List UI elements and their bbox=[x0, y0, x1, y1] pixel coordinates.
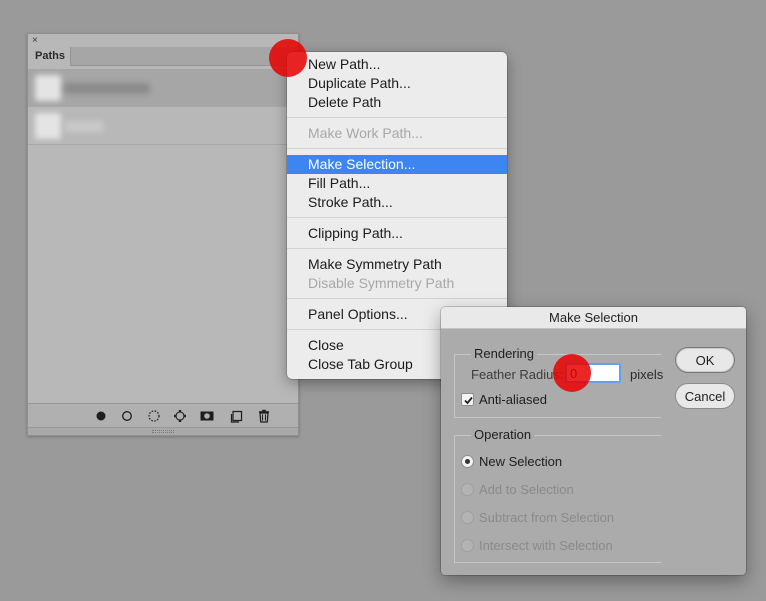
ok-button[interactable]: OK bbox=[675, 347, 735, 373]
radio-label: Subtract from Selection bbox=[479, 510, 615, 525]
radio-button bbox=[461, 483, 474, 496]
radio-button bbox=[461, 511, 474, 524]
grip-lines bbox=[152, 430, 174, 433]
panel-footer-toolbar bbox=[28, 403, 298, 427]
menu-separator bbox=[287, 212, 507, 224]
radio-label: New Selection bbox=[479, 454, 563, 469]
path-name-redacted bbox=[64, 83, 150, 94]
menu-item-fill-path[interactable]: Fill Path... bbox=[287, 174, 507, 193]
radio-label: Add to Selection bbox=[479, 482, 574, 497]
operation-legend: Operation bbox=[471, 427, 535, 443]
menu-item-stroke-path[interactable]: Stroke Path... bbox=[287, 193, 507, 212]
path-name-redacted bbox=[64, 121, 104, 132]
checkmark-icon bbox=[464, 396, 473, 405]
path-row[interactable] bbox=[28, 107, 298, 145]
cancel-button[interactable]: Cancel bbox=[675, 383, 735, 409]
anti-aliased-label: Anti-aliased bbox=[479, 392, 547, 407]
click-marker-menu-button bbox=[269, 39, 307, 77]
rendering-legend: Rendering bbox=[471, 346, 537, 362]
radio-button bbox=[461, 539, 474, 552]
tab-paths[interactable]: Paths bbox=[28, 47, 71, 66]
panel-tab-bar: Paths bbox=[28, 47, 298, 66]
radio-label: Intersect with Selection bbox=[479, 538, 613, 553]
make-selection-dialog: Make Selection Rendering Feather Radius:… bbox=[441, 307, 746, 575]
operation-group: Operation New Selection Add to Selection… bbox=[454, 427, 661, 563]
menu-separator bbox=[287, 143, 507, 155]
dialog-title: Make Selection bbox=[441, 307, 746, 329]
menu-item-clipping-path[interactable]: Clipping Path... bbox=[287, 224, 507, 243]
anti-aliased-checkbox[interactable] bbox=[461, 393, 474, 406]
menu-item-duplicate-path[interactable]: Duplicate Path... bbox=[287, 74, 507, 93]
menu-item-make-selection[interactable]: Make Selection... bbox=[287, 155, 507, 174]
fill-path-icon[interactable] bbox=[94, 409, 108, 423]
make-work-path-icon[interactable] bbox=[173, 409, 187, 423]
new-path-icon[interactable] bbox=[230, 409, 244, 423]
menu-item-new-path[interactable]: New Path... bbox=[287, 55, 507, 74]
menu-item-disable-symmetry-path: Disable Symmetry Path bbox=[308, 275, 455, 291]
menu-item-make-symmetry-path[interactable]: Make Symmetry Path bbox=[287, 255, 507, 274]
path-row[interactable] bbox=[28, 69, 298, 107]
load-selection-icon[interactable] bbox=[147, 409, 161, 423]
click-marker-feather-input bbox=[553, 354, 591, 392]
menu-item-make-work-path: Make Work Path... bbox=[308, 125, 423, 141]
feather-unit-label: pixels bbox=[630, 367, 664, 382]
radio-button[interactable] bbox=[461, 455, 474, 468]
menu-separator bbox=[287, 243, 507, 255]
path-thumbnail bbox=[35, 75, 61, 101]
close-icon[interactable]: × bbox=[32, 36, 38, 46]
add-mask-icon[interactable] bbox=[200, 409, 214, 423]
trash-icon[interactable] bbox=[257, 409, 271, 423]
menu-separator bbox=[287, 112, 507, 124]
feather-radius-label: Feather Radius: bbox=[471, 367, 564, 382]
path-thumbnail bbox=[35, 113, 61, 139]
panel-resize-grip[interactable] bbox=[28, 427, 298, 435]
stroke-path-icon[interactable] bbox=[120, 409, 134, 423]
menu-separator bbox=[287, 293, 507, 305]
paths-panel: × Paths bbox=[27, 33, 299, 436]
paths-list bbox=[28, 67, 298, 435]
menu-item-delete-path[interactable]: Delete Path bbox=[287, 93, 507, 112]
